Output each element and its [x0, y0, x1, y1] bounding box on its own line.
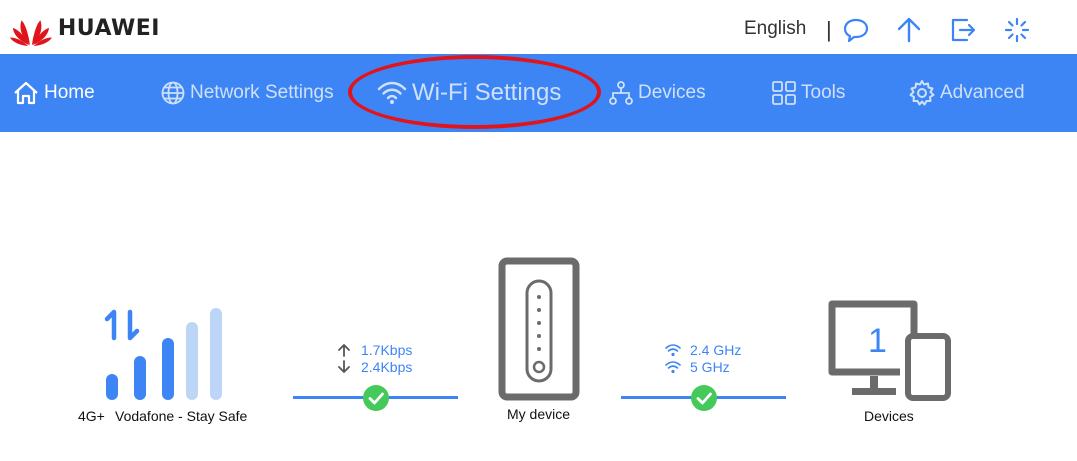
network-icon — [609, 81, 633, 105]
wifi-band-icon — [665, 361, 681, 374]
band-2-4ghz: 2.4 GHz — [690, 342, 742, 358]
home-icon — [14, 81, 38, 105]
language-selector[interactable]: English — [744, 18, 806, 40]
lan-ok-check-icon — [691, 385, 717, 411]
main-nav: Home Network Settings Wi-Fi Settings Dev… — [0, 54, 1077, 132]
download-speed: 2.4Kbps — [361, 359, 413, 375]
tools-grid-icon — [772, 81, 796, 105]
band-5ghz: 5 GHz — [690, 359, 730, 375]
devices-label: Devices — [864, 408, 914, 424]
devices-widget[interactable]: 1 — [826, 298, 952, 402]
nav-network-settings[interactable]: Network Settings — [160, 54, 334, 132]
globe-icon — [161, 81, 185, 105]
gear-icon — [909, 80, 935, 106]
signal-bar — [134, 356, 146, 400]
nav-devices-label: Devices — [638, 82, 706, 103]
signal-bar — [106, 374, 118, 400]
huawei-logo: HUAWEI — [10, 8, 160, 48]
header-separator: | — [826, 17, 832, 42]
operator-name: Vodafone - Stay Safe — [115, 408, 248, 424]
nav-wifi-settings[interactable]: Wi-Fi Settings — [376, 54, 561, 132]
signal-bar — [210, 308, 222, 400]
brand-name: HUAWEI — [57, 15, 160, 41]
network-type: 4G+ — [78, 408, 105, 424]
signal-strength — [106, 306, 226, 400]
signal-bar — [162, 338, 174, 400]
speech-bubble-icon[interactable] — [842, 16, 870, 44]
upload-speed: 1.7Kbps — [361, 342, 413, 358]
nav-advanced-label: Advanced — [940, 82, 1025, 103]
logout-icon[interactable] — [949, 16, 977, 44]
monitor-phone-icon — [828, 300, 951, 401]
download-arrow-icon — [338, 360, 350, 374]
my-device-label: My device — [507, 406, 571, 422]
nav-network-settings-label: Network Settings — [190, 82, 334, 103]
nav-advanced[interactable]: Advanced — [908, 54, 1025, 132]
wan-ok-check-icon — [363, 385, 389, 411]
nav-home[interactable]: Home — [12, 54, 95, 132]
arrow-up-icon[interactable] — [895, 16, 923, 44]
spinner-icon — [1003, 16, 1031, 44]
devices-count: 1 — [868, 322, 887, 360]
nav-home-label: Home — [44, 82, 95, 103]
router-device-icon[interactable] — [498, 257, 580, 401]
nav-devices[interactable]: Devices — [608, 54, 706, 132]
wifi-icon — [377, 81, 407, 104]
nav-tools-label: Tools — [801, 82, 846, 103]
nav-tools[interactable]: Tools — [771, 54, 845, 132]
upload-arrow-icon — [338, 343, 350, 357]
huawei-flower-icon — [10, 20, 52, 47]
signal-bar — [186, 322, 198, 400]
nav-wifi-settings-label: Wi-Fi Settings — [412, 79, 562, 106]
wifi-band-icon — [665, 344, 681, 357]
